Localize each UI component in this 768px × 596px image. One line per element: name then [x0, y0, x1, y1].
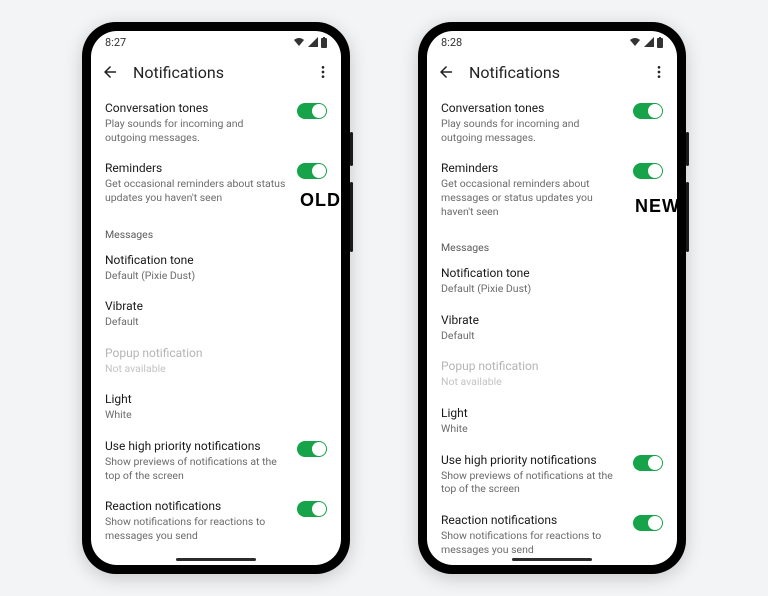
back-button[interactable]	[101, 63, 119, 81]
label: Reminders	[105, 161, 287, 175]
volume-button	[686, 182, 689, 252]
label: Conversation tones	[441, 101, 623, 115]
page-title: Notifications	[133, 63, 301, 82]
volume-button	[350, 182, 353, 252]
clock: 8:27	[105, 36, 126, 49]
desc: Play sounds for incoming and outgoing me…	[105, 117, 287, 144]
settings-list[interactable]: Conversation tones Play sounds for incom…	[427, 91, 677, 565]
desc: Not available	[441, 375, 663, 389]
section-messages: Messages	[105, 228, 327, 241]
status-icons	[293, 37, 327, 48]
toggle-conversation-tones[interactable]	[633, 103, 663, 119]
label: Reaction notifications	[105, 499, 287, 513]
row-popup-notification: Popup notification Not available	[441, 351, 663, 398]
row-vibrate[interactable]: Vibrate Default	[441, 305, 663, 352]
signal-icon	[308, 37, 318, 47]
desc: Show previews of notifications at the to…	[105, 455, 287, 482]
label: Light	[441, 406, 663, 420]
row-light[interactable]: Light White	[441, 398, 663, 445]
screen: 8:27 Notifications Conversation tones Pl…	[91, 31, 341, 565]
label: Popup notification	[105, 346, 327, 360]
page-title: Notifications	[469, 63, 637, 82]
app-bar: Notifications	[427, 53, 677, 91]
arrow-back-icon	[437, 63, 455, 81]
battery-icon	[657, 37, 663, 48]
desc: White	[441, 422, 663, 436]
label: Vibrate	[441, 313, 663, 327]
label: Reminders	[441, 161, 623, 175]
home-indicator[interactable]	[176, 558, 256, 561]
phone-old: 8:27 Notifications Conversation tones Pl…	[82, 22, 350, 574]
clock: 8:28	[441, 36, 462, 49]
more-vert-icon	[315, 64, 331, 80]
row-reaction-notifications[interactable]: Reaction notifications Show notification…	[105, 491, 327, 551]
label: Notification tone	[105, 253, 327, 267]
desc: White	[105, 408, 327, 422]
toggle-reaction-notifications[interactable]	[633, 515, 663, 531]
row-light[interactable]: Light White	[105, 384, 327, 431]
row-vibrate[interactable]: Vibrate Default	[105, 291, 327, 338]
desc: Default	[105, 315, 327, 329]
desc: Default (Pixie Dust)	[441, 282, 663, 296]
row-conversation-tones[interactable]: Conversation tones Play sounds for incom…	[105, 93, 327, 153]
label: Reaction notifications	[441, 513, 623, 527]
label: Conversation tones	[105, 101, 287, 115]
desc: Show notifications for reactions to mess…	[105, 515, 287, 542]
toggle-reaction-notifications[interactable]	[297, 501, 327, 517]
home-indicator[interactable]	[512, 558, 592, 561]
row-reminders[interactable]: Reminders Get occasional reminders about…	[105, 153, 327, 213]
desc: Show notifications for reactions to mess…	[441, 529, 623, 556]
row-notification-tone[interactable]: Notification tone Default (Pixie Dust)	[441, 258, 663, 305]
arrow-back-icon	[101, 63, 119, 81]
phone-new: 8:28 Notifications Conversation tones Pl…	[418, 22, 686, 574]
status-bar: 8:27	[91, 31, 341, 53]
section-messages: Messages	[441, 241, 663, 254]
desc: Play sounds for incoming and outgoing me…	[441, 117, 623, 144]
row-conversation-tones[interactable]: Conversation tones Play sounds for incom…	[441, 93, 663, 153]
screen: 8:28 Notifications Conversation tones Pl…	[427, 31, 677, 565]
label: Notification tone	[441, 266, 663, 280]
power-button	[686, 132, 689, 166]
toggle-reminders[interactable]	[297, 163, 327, 179]
row-notification-tone[interactable]: Notification tone Default (Pixie Dust)	[105, 245, 327, 292]
row-reminders[interactable]: Reminders Get occasional reminders about…	[441, 153, 663, 227]
desc: Default	[441, 329, 663, 343]
desc: Show previews of notifications at the to…	[441, 469, 623, 496]
signal-icon	[644, 37, 654, 47]
toggle-high-priority[interactable]	[297, 441, 327, 457]
power-button	[350, 132, 353, 166]
row-high-priority[interactable]: Use high priority notifications Show pre…	[441, 445, 663, 505]
label: Popup notification	[441, 359, 663, 373]
toggle-high-priority[interactable]	[633, 455, 663, 471]
desc: Get occasional reminders about messages …	[441, 177, 623, 218]
row-popup-notification: Popup notification Not available	[105, 338, 327, 385]
label: Vibrate	[105, 299, 327, 313]
back-button[interactable]	[437, 63, 455, 81]
desc: Not available	[105, 362, 327, 376]
status-icons	[629, 37, 663, 48]
desc: Get occasional reminders about status up…	[105, 177, 287, 204]
overflow-menu[interactable]	[315, 64, 331, 80]
overflow-menu[interactable]	[651, 64, 667, 80]
row-reaction-notifications[interactable]: Reaction notifications Show notification…	[441, 505, 663, 565]
toggle-reminders[interactable]	[633, 163, 663, 179]
label: Use high priority notifications	[105, 439, 287, 453]
settings-list[interactable]: Conversation tones Play sounds for incom…	[91, 91, 341, 565]
wifi-icon	[293, 37, 305, 47]
row-high-priority[interactable]: Use high priority notifications Show pre…	[105, 431, 327, 491]
battery-icon	[321, 37, 327, 48]
wifi-icon	[629, 37, 641, 47]
label: Light	[105, 392, 327, 406]
more-vert-icon	[651, 64, 667, 80]
desc: Default (Pixie Dust)	[105, 269, 327, 283]
toggle-conversation-tones[interactable]	[297, 103, 327, 119]
app-bar: Notifications	[91, 53, 341, 91]
label: Use high priority notifications	[441, 453, 623, 467]
status-bar: 8:28	[427, 31, 677, 53]
